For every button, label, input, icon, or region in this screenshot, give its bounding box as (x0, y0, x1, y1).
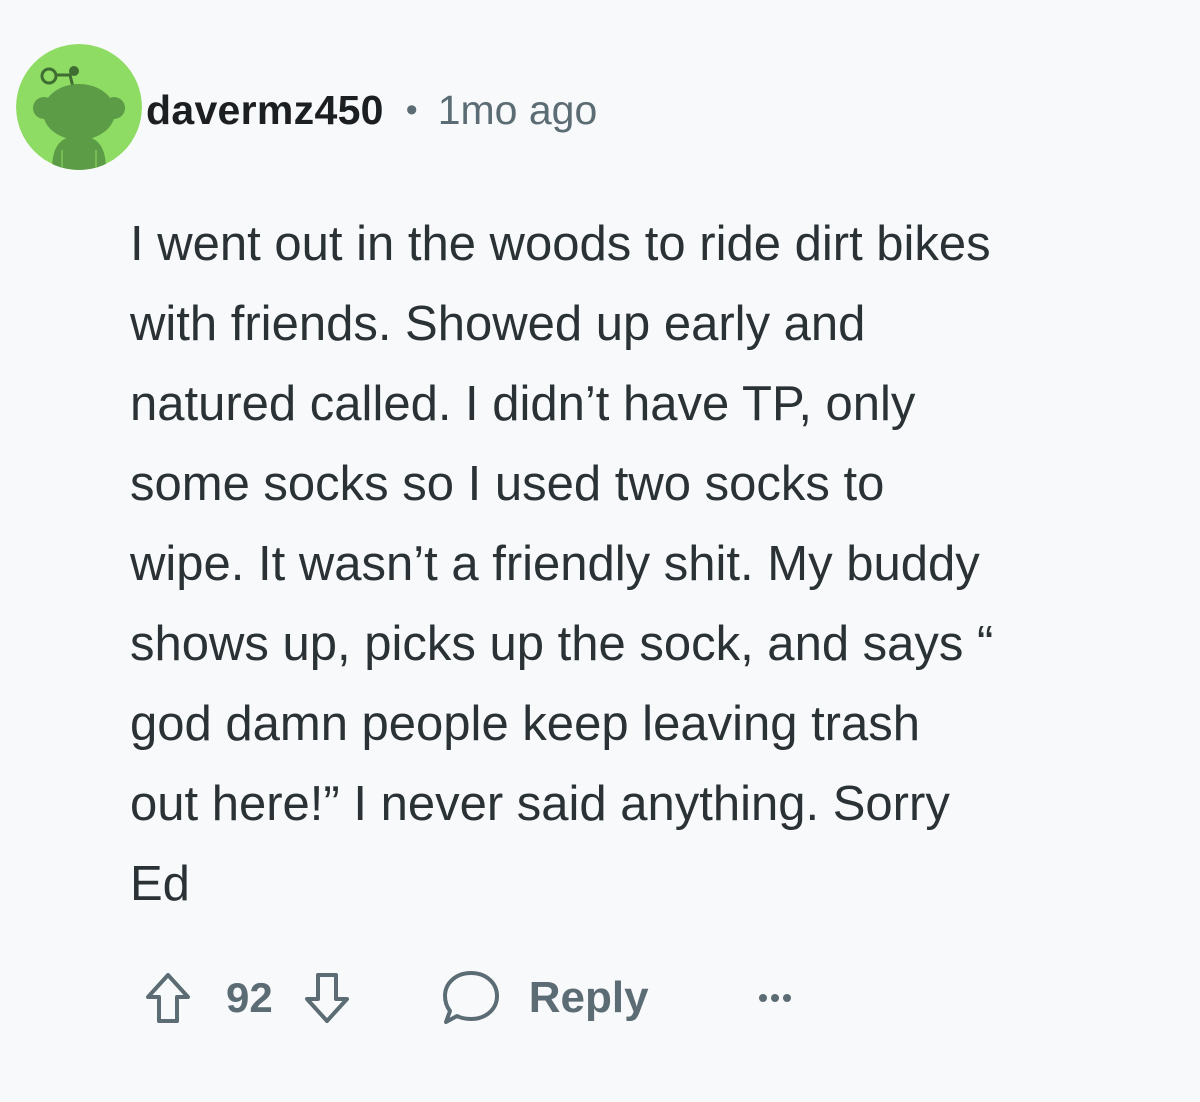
comment-body-line: natured called. I didn’t have TP, only (130, 377, 916, 431)
snoo-avatar-icon (16, 44, 142, 170)
speech-bubble-icon (442, 971, 499, 1024)
avatar[interactable] (16, 44, 142, 170)
comment-body-line: out here!” I never said anything. Sorry (130, 777, 950, 831)
comment-body-line: I went out in the woods to ride dirt bik… (130, 217, 991, 271)
comment-body-line: with friends. Showed up early and (130, 297, 866, 351)
reply-button[interactable]: Reply (441, 969, 649, 1027)
comment: davermz450 • 1mo ago I went out in the w… (0, 0, 1200, 1102)
vote-score: 92 (226, 974, 273, 1021)
comment-body-line: some socks so I used two socks to (130, 457, 885, 511)
comment-body-line: shows up, picks up the sock, and says “ (130, 617, 994, 671)
comment-body-line: god damn people keep leaving trash (130, 697, 921, 751)
comment-actions: 92 Reply (140, 960, 791, 1036)
arrow-up-icon (146, 973, 190, 1023)
ellipsis-icon (758, 994, 791, 1002)
downvote-button[interactable] (299, 968, 355, 1028)
arrow-down-icon (304, 973, 349, 1023)
upvote-button[interactable] (140, 968, 196, 1028)
comment-body-line: Ed (130, 857, 190, 911)
meta-separator: • (405, 90, 418, 129)
more-options-button[interactable] (758, 978, 791, 1018)
comment-body: I went out in the woods to ride dirt bik… (130, 204, 1180, 924)
comment-timestamp: 1mo ago (437, 86, 598, 133)
comment-meta: davermz450 • 1mo ago (146, 84, 597, 136)
author-username[interactable]: davermz450 (146, 87, 384, 134)
reply-label: Reply (528, 973, 649, 1022)
comment-body-line: wipe. It wasn’t a friendly shit. My budd… (130, 537, 980, 591)
